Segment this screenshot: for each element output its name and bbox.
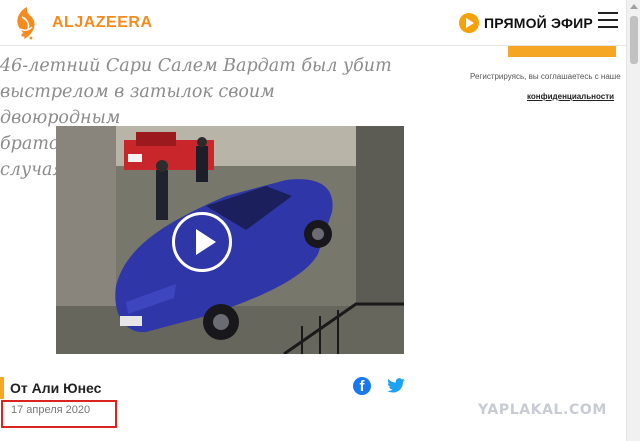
facebook-icon[interactable]: f bbox=[353, 377, 371, 395]
vertical-scrollbar[interactable] bbox=[626, 0, 640, 441]
play-circle-icon bbox=[459, 13, 479, 33]
twitter-icon[interactable] bbox=[386, 378, 406, 394]
author-name[interactable]: От Али Юнес bbox=[10, 380, 101, 396]
live-broadcast-button[interactable]: ПРЯМОЙ ЭФИР bbox=[459, 12, 593, 34]
register-notice: Регистрируясь, вы соглашаетесь с наше bbox=[470, 72, 621, 81]
summary-line: выстрелом в затылок своим двоюродным bbox=[0, 82, 275, 128]
brand-name[interactable]: ALJAZEERA bbox=[52, 14, 153, 32]
live-broadcast-label: ПРЯМОЙ ЭФИР bbox=[484, 15, 593, 31]
site-header: ALJAZEERA ПРЯМОЙ ЭФИР bbox=[0, 0, 626, 46]
publish-date: 17 апреля 2020 bbox=[11, 404, 91, 416]
scrollbar-thumb[interactable] bbox=[630, 16, 638, 64]
watermark: YAPLAKAL.COM bbox=[478, 402, 607, 418]
play-icon[interactable] bbox=[172, 212, 232, 272]
hamburger-menu-icon[interactable] bbox=[598, 12, 618, 30]
summary-line: 46-летний Сари Салем Вардат был убит bbox=[0, 56, 392, 76]
aljazeera-logo-icon[interactable] bbox=[10, 5, 44, 43]
author-accent-bar bbox=[0, 377, 4, 399]
scroll-up-arrow-icon[interactable] bbox=[630, 4, 638, 9]
privacy-policy-link[interactable]: конфиденциальности bbox=[527, 92, 614, 101]
